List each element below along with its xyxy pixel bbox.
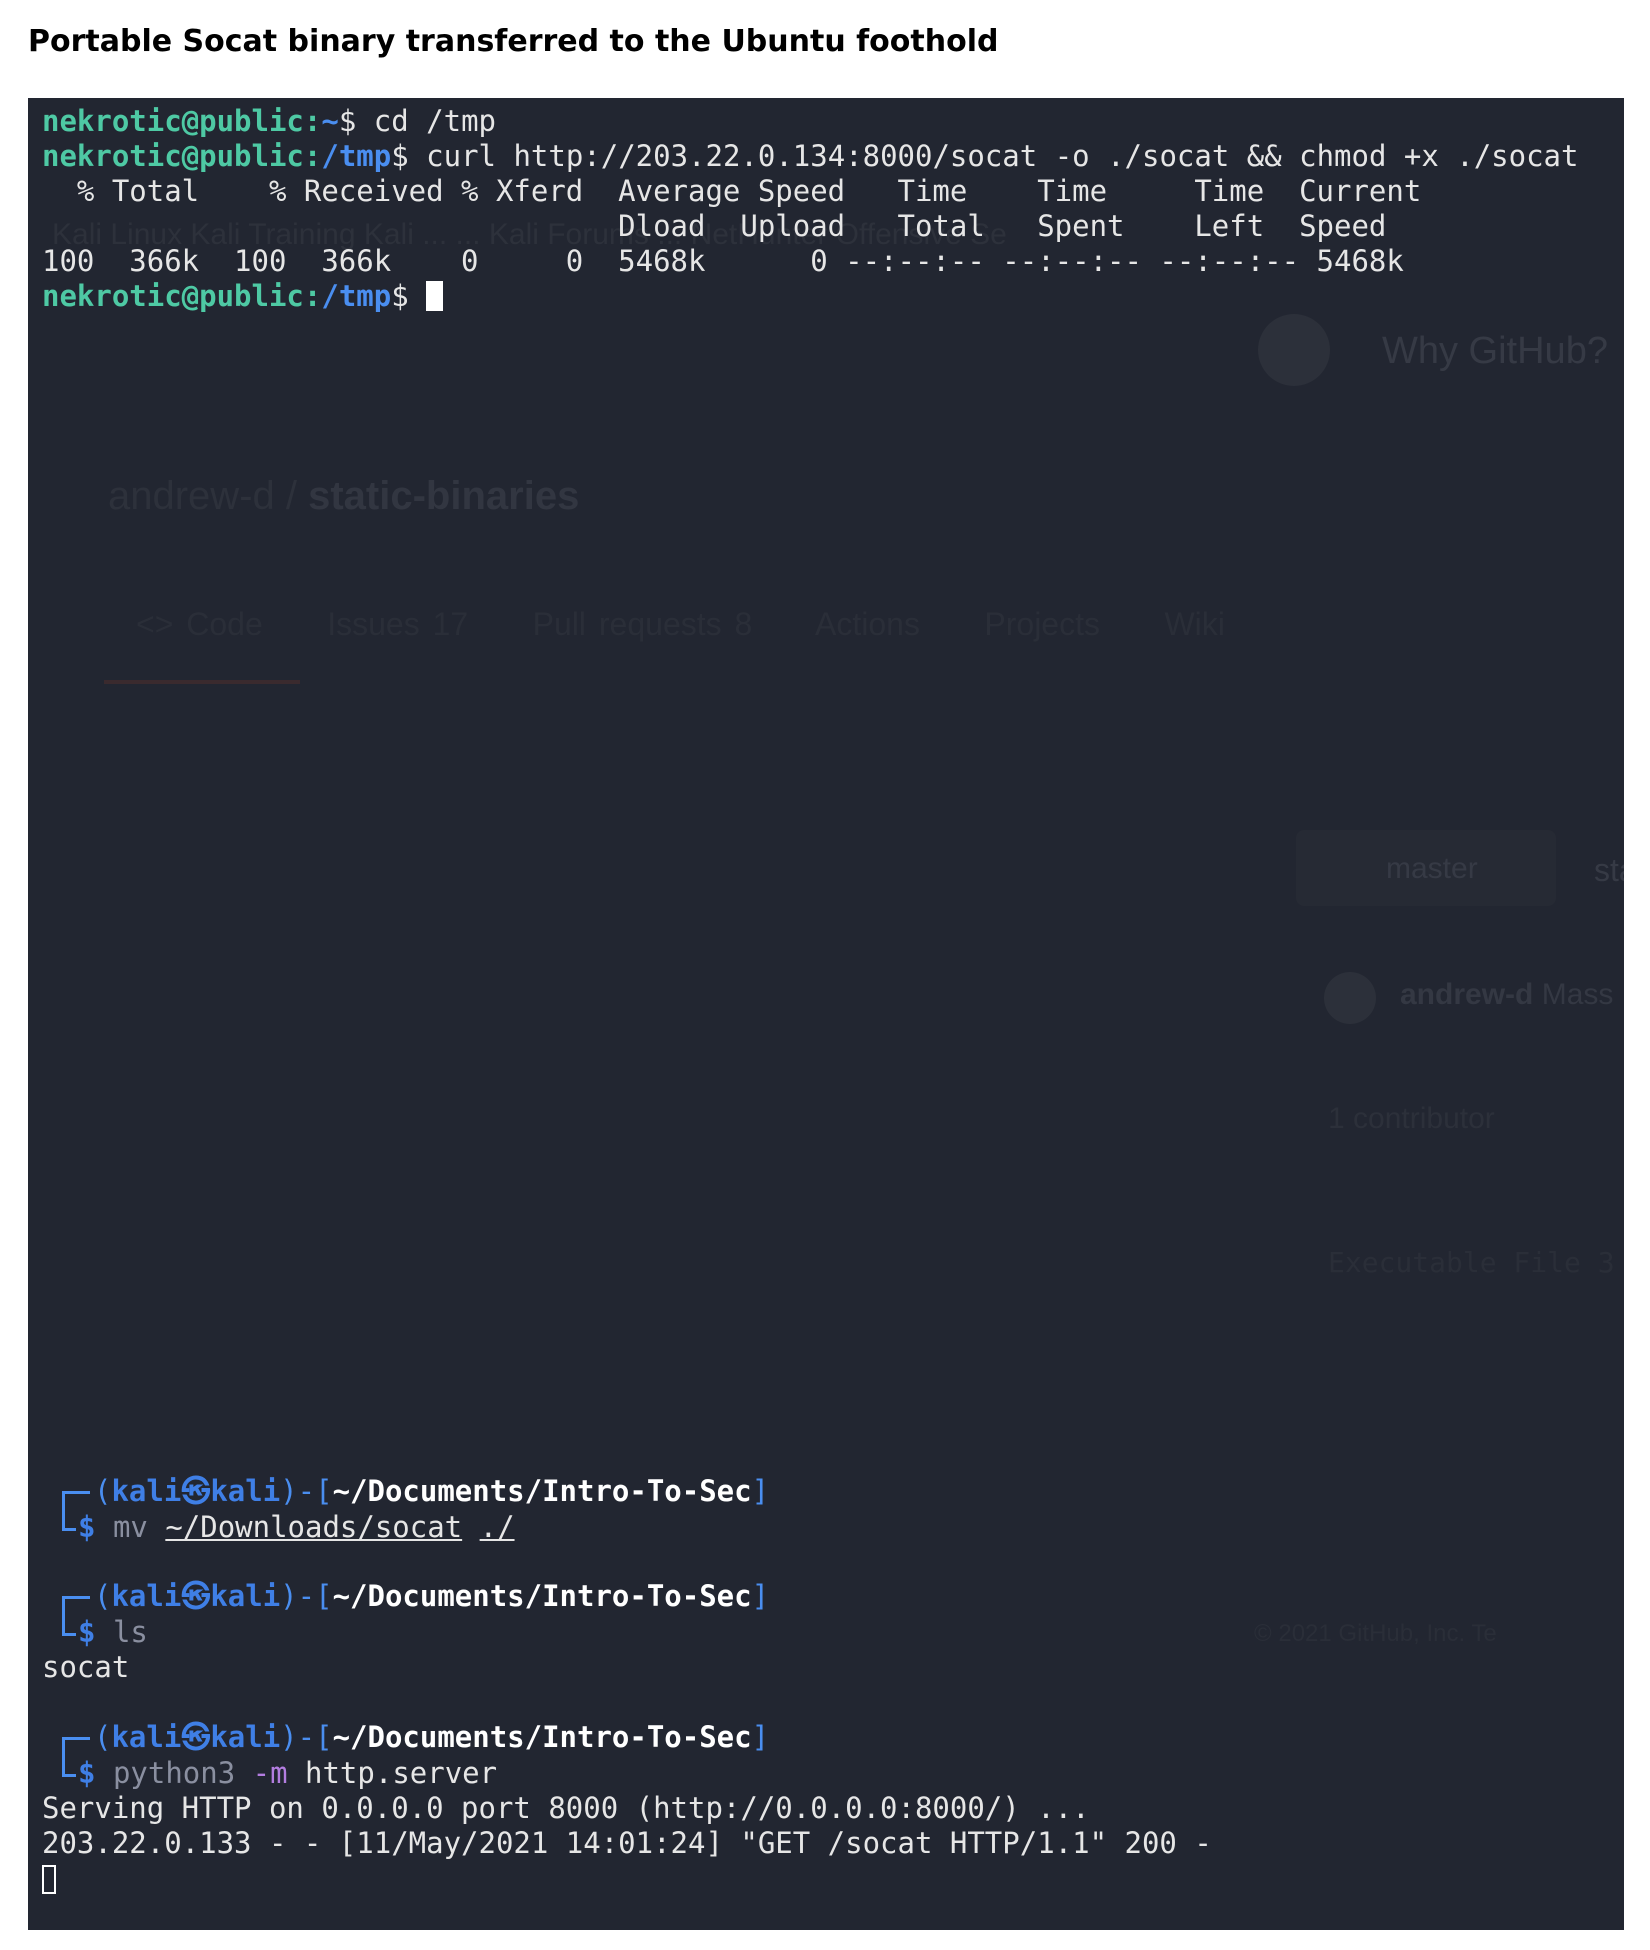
ghost-tab-projects: Projects: [984, 606, 1100, 642]
prompt-frame-line: [62, 1633, 76, 1636]
ubuntu-line-cd: nekrotic@public:~$ cd /tmp: [42, 104, 496, 138]
ghost-path-fragment: stat: [1594, 852, 1624, 888]
ghost-commit-author: andrew-d Mass: [1400, 978, 1614, 1011]
ghost-tab-wiki: Wiki: [1164, 606, 1225, 642]
curl-header-row-2: Dload Upload Total Spent Left Speed: [42, 209, 1387, 243]
prompt-frame-line: [62, 1737, 90, 1740]
github-logo-icon: [1258, 314, 1330, 386]
prompt-frame-line: [62, 1774, 76, 1777]
ghost-tab-code: <> Code: [136, 606, 263, 642]
ghost-contributors: 1 contributor: [1328, 1102, 1495, 1135]
prompt-frame-line: [62, 1528, 76, 1531]
ghost-author-avatar: [1324, 972, 1376, 1024]
prompt-frame-line: [62, 1737, 65, 1777]
kali-cmd-python: $ python3 -m http.server: [78, 1756, 498, 1790]
ghost-repo-title: andrew-d / static-binaries: [108, 474, 580, 518]
kali-prompt-python: (kali㉿kali)-[~/Documents/Intro-To-Sec]: [94, 1720, 770, 1754]
ghost-tab-actions: Actions: [815, 606, 920, 642]
ghost-active-tab-underline: [104, 680, 300, 684]
ubuntu-line-prompt: nekrotic@public:/tmp$: [42, 279, 444, 314]
curl-progress-row: 100 366k 100 366k 0 0 5468k 0 --:--:-- -…: [42, 244, 1404, 278]
figure-caption: Portable Socat binary transferred to the…: [28, 24, 999, 59]
ghost-file-info: Executable File 3: [1328, 1246, 1615, 1279]
kali-cursor-line: [42, 1862, 56, 1897]
ghost-branch-name: master: [1386, 852, 1478, 885]
terminal-cursor: [42, 1865, 56, 1894]
curl-header-row-1: % Total % Received % Xferd Average Speed…: [42, 174, 1422, 208]
prompt-frame-line: [62, 1491, 65, 1531]
ls-output: socat: [42, 1650, 130, 1684]
terminal-window[interactable]: Kali Linux Kali Training Kali ... ... Ka…: [28, 98, 1624, 1930]
kali-cmd-mv: $ mv ~/Downloads/socat ./: [78, 1510, 515, 1544]
terminal-cursor: [426, 281, 444, 311]
ghost-tab-issues: Issues 17: [327, 606, 469, 642]
kali-cmd-ls: $ ls: [78, 1615, 148, 1649]
ghost-repo-tabs: <> Code Issues 17 Pull requests 8 Action…: [136, 606, 1225, 643]
prompt-frame-line: [62, 1596, 90, 1599]
ghost-footer: © 2021 GitHub, Inc. Te: [1254, 1620, 1497, 1647]
ghost-repo-name: static-binaries: [308, 474, 580, 518]
prompt-frame-line: [62, 1491, 90, 1494]
ghost-repo-owner: andrew-d: [108, 474, 275, 518]
kali-prompt-mv: (kali㉿kali)-[~/Documents/Intro-To-Sec]: [94, 1474, 770, 1508]
ubuntu-line-curl: nekrotic@public:/tmp$ curl http://203.22…: [42, 139, 1579, 173]
http-request-log: 203.22.0.133 - - [11/May/2021 14:01:24] …: [42, 1826, 1212, 1860]
ghost-tab-pull-requests: Pull requests 8: [532, 606, 753, 642]
kali-prompt-ls: (kali㉿kali)-[~/Documents/Intro-To-Sec]: [94, 1579, 770, 1613]
http-server-status: Serving HTTP on 0.0.0.0 port 8000 (http:…: [42, 1791, 1090, 1825]
ghost-nav-why-github: Why GitHub?: [1382, 330, 1608, 372]
prompt-frame-line: [62, 1596, 65, 1636]
